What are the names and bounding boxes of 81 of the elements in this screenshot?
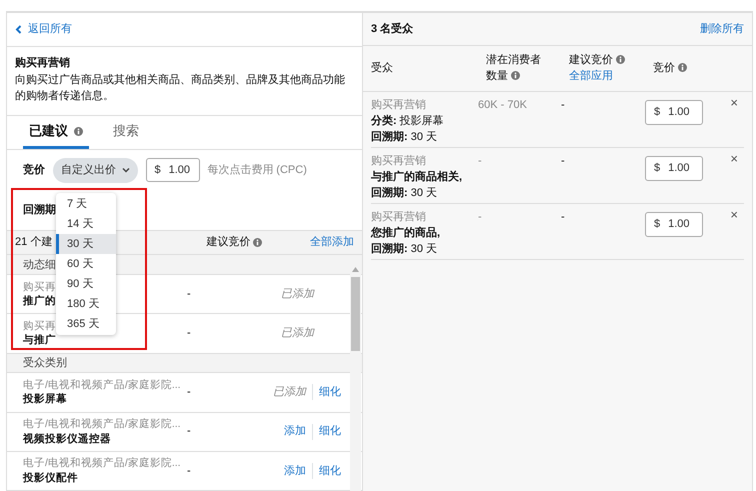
- audience-reach: -: [478, 211, 482, 223]
- column-header: 竞价: [653, 60, 733, 76]
- lookback-label: 回溯期: [23, 202, 56, 218]
- audience-count: 3 名受众: [371, 22, 414, 37]
- column-header: 建议竞价: [569, 52, 653, 68]
- suggested-bid: -: [561, 99, 565, 111]
- added-status: 已添加: [273, 385, 306, 400]
- suggestion-name: 投影屏幕: [23, 392, 67, 408]
- caret-icon: [122, 167, 130, 174]
- tab[interactable]: 已建议: [23, 116, 89, 150]
- info-icon[interactable]: [74, 126, 83, 136]
- suggested-bid: -: [187, 464, 191, 477]
- tab[interactable]: 搜索: [107, 116, 145, 150]
- audience-detail: 您推广的商品,: [371, 226, 442, 241]
- refine-link[interactable]: 细化: [319, 462, 341, 480]
- menu-item[interactable]: 30 天: [56, 234, 116, 254]
- group-title: 受众类别: [23, 356, 67, 371]
- refine-link[interactable]: 细化: [319, 423, 341, 440]
- section-title: 购买再营销: [15, 56, 71, 72]
- audience-detail: 分类: 投影屏幕: [371, 114, 445, 129]
- suggestion-category: 电子/电视和视频产品/家庭影院...: [23, 456, 181, 471]
- added-status: 已添加: [281, 326, 314, 342]
- add-link[interactable]: 添加: [284, 462, 306, 480]
- suggestion-name: 视频投影仪遥控器: [23, 432, 111, 446]
- menu-item[interactable]: 60 天: [56, 254, 116, 274]
- suggestion-count: 21 个建: [15, 235, 52, 250]
- info-icon[interactable]: [616, 55, 626, 64]
- menu-item[interactable]: 7 天: [56, 194, 116, 214]
- menu-item[interactable]: 180 天: [56, 294, 116, 314]
- scroll-thumb[interactable]: [351, 277, 360, 351]
- audience-detail: 回溯期: 30 天: [371, 130, 438, 145]
- info-icon[interactable]: [511, 71, 520, 80]
- suggested-bid: -: [561, 211, 565, 223]
- info-icon[interactable]: [678, 63, 688, 72]
- menu-item[interactable]: 90 天: [56, 274, 116, 294]
- suggested-bid: -: [187, 425, 191, 438]
- added-status: 已添加: [281, 286, 314, 302]
- suggestion-category: 购买再: [23, 318, 56, 334]
- menu-item[interactable]: 365 天: [56, 314, 116, 334]
- bid-input[interactable]: $ 1.00: [645, 100, 703, 125]
- bid-strategy-dropdown[interactable]: 自定义出价: [52, 158, 138, 183]
- audience-type: 购买再营销: [371, 210, 427, 225]
- suggestion-category: 电子/电视和视频产品/家庭影院...: [23, 378, 181, 392]
- column-header: 潜在消费者数量: [486, 52, 542, 84]
- suggestion-category: 购买再: [23, 280, 56, 294]
- suggestion-name: 投影仪配件: [23, 470, 78, 486]
- menu-item[interactable]: 14 天: [56, 214, 116, 234]
- add-all-link[interactable]: 全部添加: [310, 234, 354, 251]
- audience-type: 购买再营销: [371, 154, 427, 169]
- suggested-bid: -: [561, 155, 565, 167]
- group-title: 动态细: [23, 258, 56, 273]
- suggested-bid: -: [187, 288, 191, 300]
- audience-reach: 60K - 70K: [478, 99, 527, 111]
- bid-label: 竞价: [23, 162, 45, 178]
- info-icon[interactable]: [253, 238, 262, 248]
- section-description: 向购买过广告商品或其他相关商品、商品类别、品牌及其他商品功能的购物者传递信息。: [15, 72, 346, 104]
- back-chevron-icon[interactable]: [15, 25, 22, 34]
- suggestion-category: 电子/电视和视频产品/家庭影院...: [23, 416, 181, 432]
- add-link[interactable]: 添加: [284, 423, 306, 440]
- audience-type: 购买再营销: [371, 98, 427, 113]
- bid-input[interactable]: $ 1.00: [146, 158, 200, 182]
- close-button[interactable]: ×: [730, 208, 738, 221]
- refine-link[interactable]: 细化: [319, 384, 341, 401]
- audience-reach: -: [478, 155, 482, 167]
- bid-input[interactable]: $ 1.00: [645, 212, 703, 237]
- audience-detail: 回溯期: 30 天: [371, 242, 438, 257]
- bid-unit: 每次点击费用 (CPC): [207, 162, 307, 178]
- close-button[interactable]: ×: [730, 96, 738, 109]
- apply-all-link[interactable]: 全部应用: [569, 68, 653, 84]
- bid-input[interactable]: $ 1.00: [645, 156, 703, 181]
- suggestion-name: 与推广: [23, 333, 56, 348]
- suggested-bid: -: [187, 327, 191, 340]
- suggestion-name: 推广的: [23, 294, 56, 309]
- back-link[interactable]: 返回所有: [28, 21, 72, 38]
- close-button[interactable]: ×: [730, 152, 738, 165]
- audience-detail: 与推广的商品相关,: [371, 170, 464, 185]
- suggested-bid: -: [187, 386, 191, 398]
- remove-all-link[interactable]: 删除所有: [700, 20, 744, 38]
- audience-detail: 回溯期: 30 天: [371, 186, 438, 201]
- column-header: 受众: [371, 60, 394, 76]
- column-header: 建议竞价: [206, 234, 262, 251]
